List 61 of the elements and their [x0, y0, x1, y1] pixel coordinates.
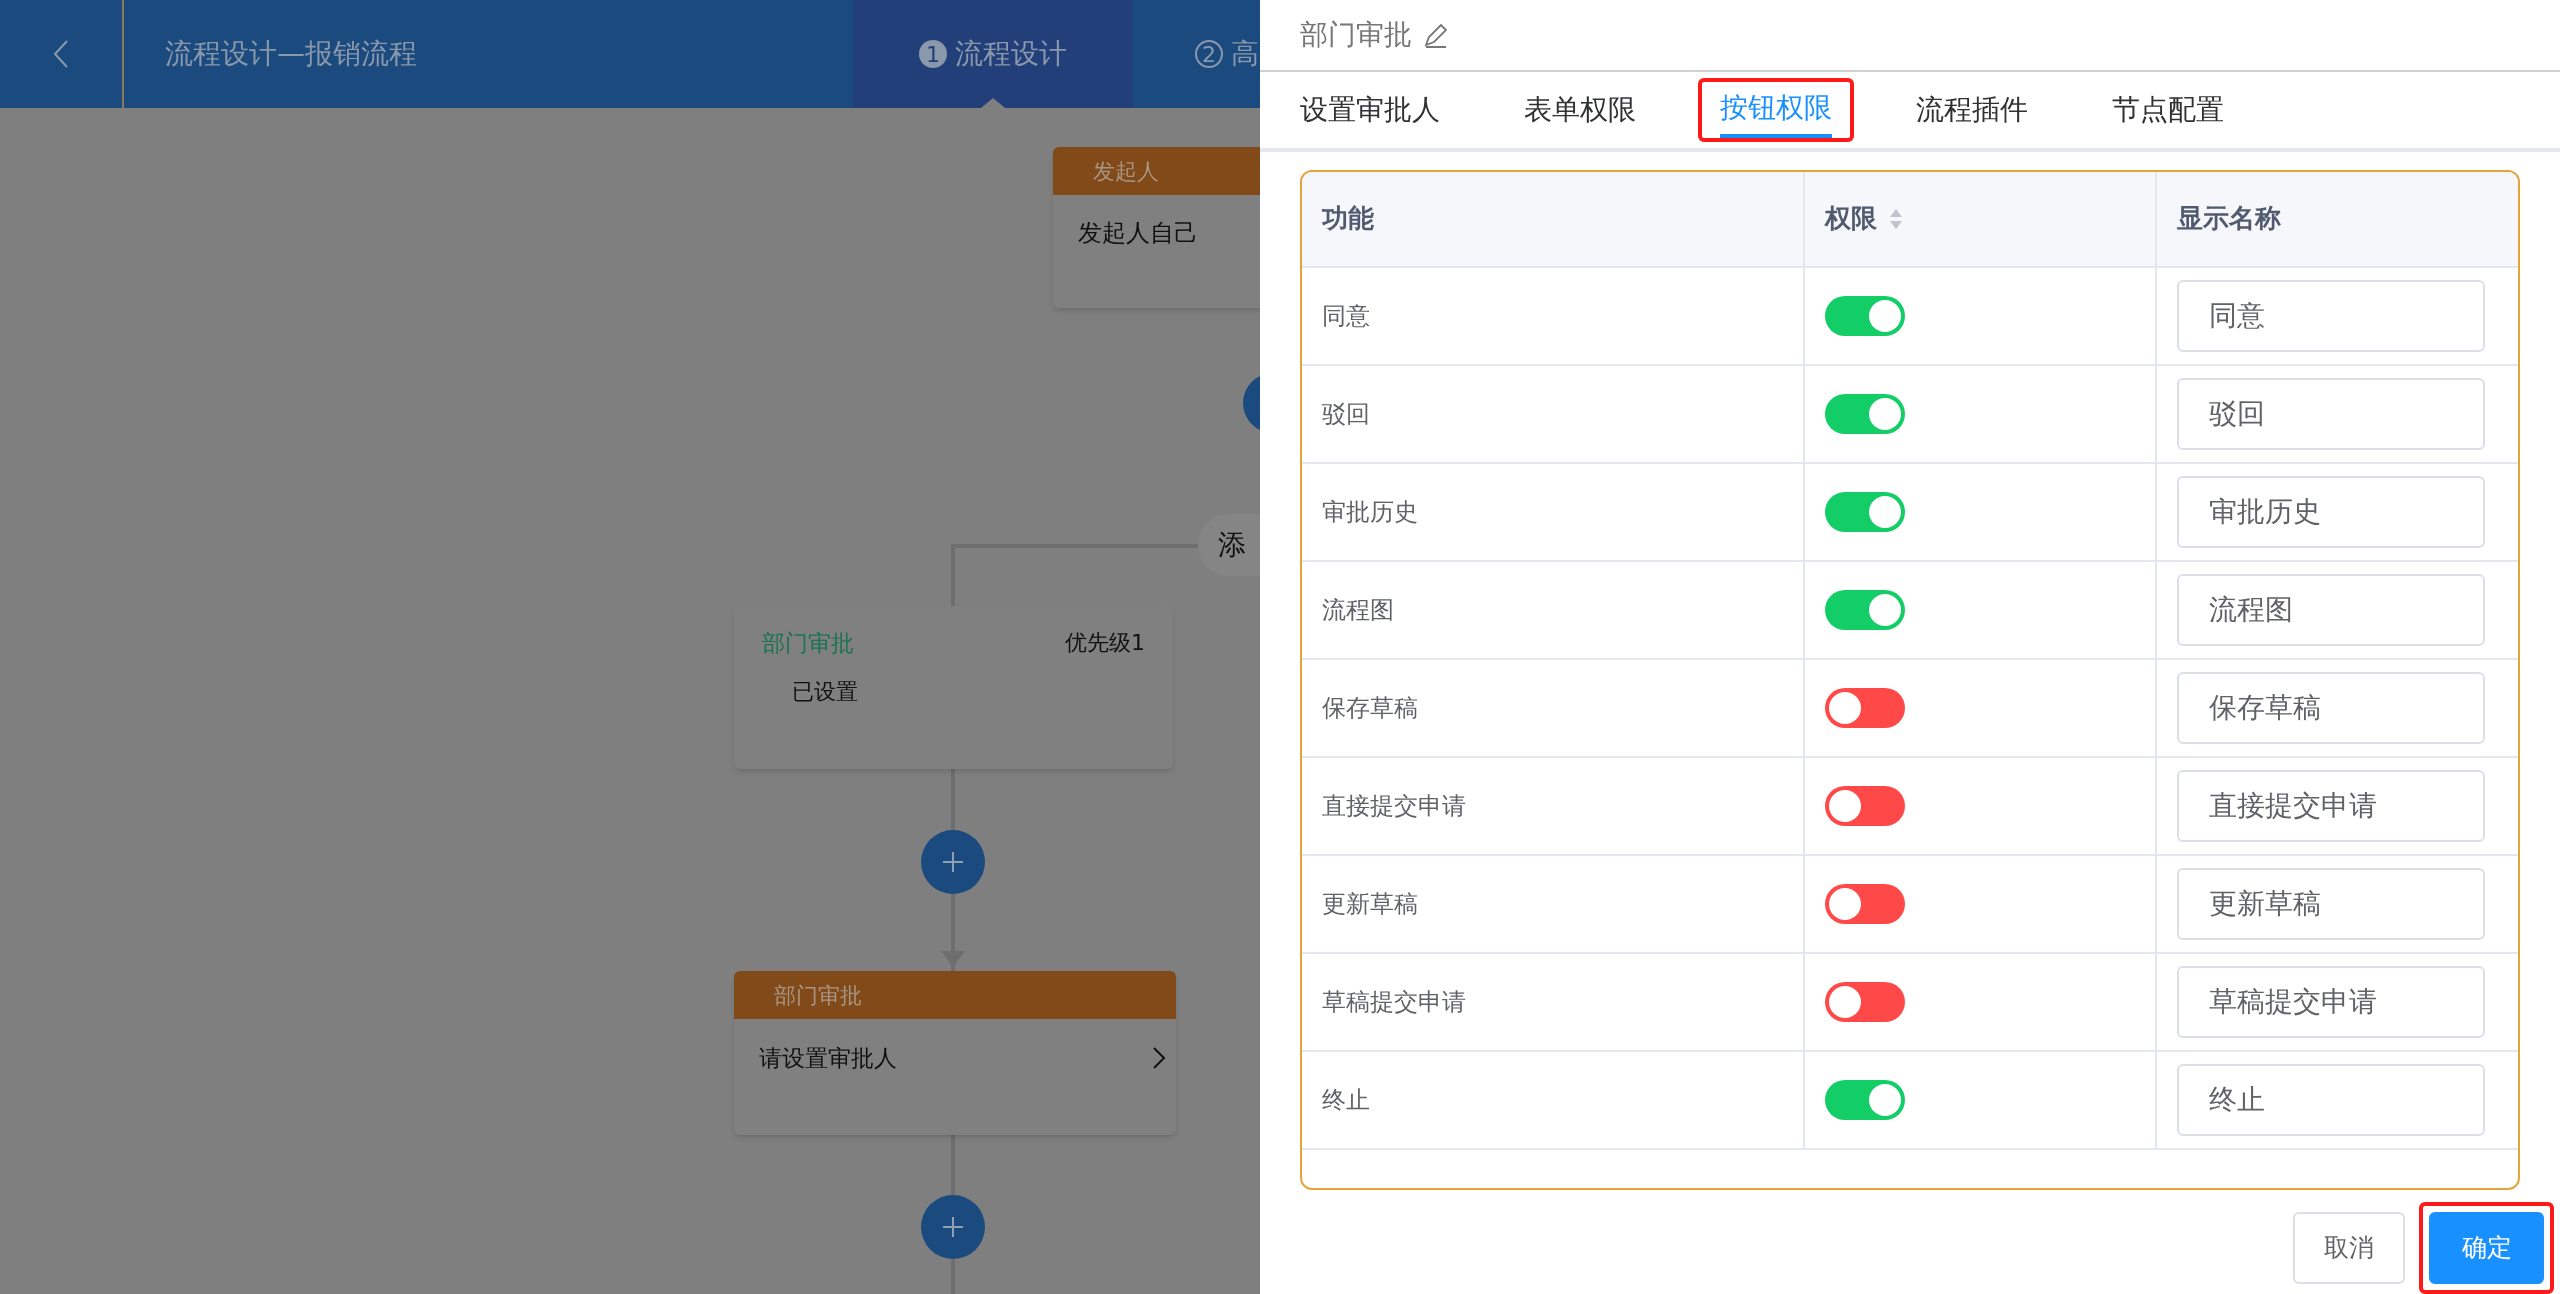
- step-number: 2: [1195, 40, 1223, 68]
- condition-status-text: 已设置: [791, 677, 859, 706]
- node-body-text: 请设置审批人: [759, 1044, 897, 1073]
- step-label: 流程设计: [955, 36, 1067, 72]
- toggle-switch[interactable]: [1825, 491, 1905, 532]
- display-name-field[interactable]: 直接提交申请: [2177, 769, 2485, 842]
- display-name-field[interactable]: 审批历史: [2177, 475, 2485, 548]
- node-body-text: 发起人自己: [1077, 218, 1199, 249]
- column-header: 权限: [1825, 202, 1877, 236]
- function-name: 直接提交申请: [1322, 790, 1466, 822]
- chevron-right-icon: [1152, 1046, 1166, 1071]
- function-name: 审批历史: [1322, 496, 1418, 528]
- function-name: 保存草稿: [1322, 692, 1418, 724]
- toggle-switch[interactable]: [1825, 589, 1905, 630]
- priority-label: 优先级1: [1065, 629, 1145, 657]
- step-tab[interactable]: 1 流程设计: [853, 0, 1133, 108]
- page-title: 流程设计—报销流程: [165, 36, 418, 72]
- condition-title: 部门审批: [762, 629, 854, 658]
- function-name: 草稿提交申请: [1322, 986, 1466, 1018]
- node-card[interactable]: 发起人 发起人自己: [1053, 147, 1260, 308]
- step-label: 高: [1231, 36, 1259, 72]
- back-icon: [53, 39, 69, 69]
- display-name-field[interactable]: 保存草稿: [2177, 671, 2485, 744]
- toggle-switch[interactable]: [1825, 883, 1905, 924]
- toggle-switch[interactable]: [1825, 393, 1905, 434]
- toggle-switch[interactable]: [1825, 687, 1905, 728]
- display-name-field[interactable]: 更新草稿: [2177, 867, 2485, 940]
- confirm-button[interactable]: 确定: [2429, 1212, 2544, 1284]
- display-name-field[interactable]: 流程图: [2177, 573, 2485, 646]
- function-name: 终止: [1322, 1084, 1370, 1116]
- column-header: 功能: [1322, 202, 1374, 236]
- function-name: 流程图: [1322, 594, 1394, 626]
- tab[interactable]: 流程插件: [1916, 81, 2028, 138]
- node-header: 部门审批: [734, 971, 1176, 1019]
- display-name-field[interactable]: 终止: [2177, 1063, 2485, 1136]
- tab[interactable]: 设置审批人: [1300, 81, 1440, 138]
- sort-icon[interactable]: [1889, 207, 1903, 230]
- toggle-switch[interactable]: [1825, 1079, 1905, 1120]
- toggle-switch[interactable]: [1825, 785, 1905, 826]
- step-tab[interactable]: 2 高: [1133, 0, 1259, 108]
- display-name-field[interactable]: 草稿提交申请: [2177, 965, 2485, 1038]
- tab[interactable]: 表单权限: [1524, 81, 1636, 138]
- node-header: 发起人: [1053, 147, 1260, 195]
- function-name: 同意: [1322, 300, 1370, 332]
- condition-card[interactable]: 部门审批 优先级1 已设置: [734, 606, 1173, 769]
- drawer-title: 部门审批: [1300, 16, 1412, 53]
- display-name-field[interactable]: 驳回: [2177, 377, 2485, 450]
- function-name: 更新草稿: [1322, 888, 1418, 920]
- approver-card[interactable]: 部门审批 请设置审批人: [734, 971, 1176, 1135]
- function-name: 驳回: [1322, 398, 1370, 430]
- add-condition-button[interactable]: 添: [1198, 514, 1260, 576]
- tab[interactable]: 按钮权限: [1720, 81, 1832, 138]
- toggle-switch[interactable]: [1825, 981, 1905, 1022]
- plus-icon: [941, 850, 965, 874]
- plus-icon: [941, 1215, 965, 1239]
- display-name-field[interactable]: 同意: [2177, 279, 2485, 352]
- step-number: 1: [919, 40, 947, 68]
- tab[interactable]: 节点配置: [2112, 81, 2224, 138]
- toggle-switch[interactable]: [1825, 295, 1905, 336]
- cancel-button[interactable]: 取消: [2293, 1212, 2405, 1284]
- column-header: 显示名称: [2177, 202, 2281, 236]
